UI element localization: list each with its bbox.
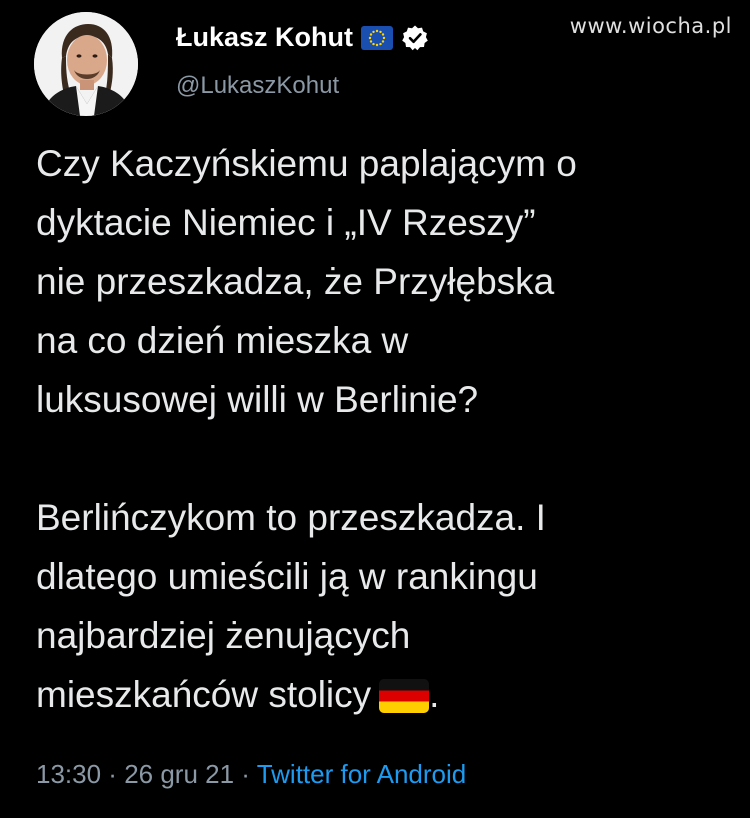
eu-flag-icon <box>361 25 394 50</box>
avatar-image <box>34 12 138 116</box>
meta-separator: · <box>234 759 257 789</box>
meta-separator: · <box>101 759 125 789</box>
tweet-line: dyktacie Niemiec i „IV Rzeszy” <box>36 202 536 243</box>
tweet-line: luksusowej willi w Berlinie? <box>36 379 479 420</box>
avatar[interactable] <box>34 12 138 116</box>
germany-flag-icon <box>379 671 430 730</box>
tweet-date[interactable]: 26 gru 21 <box>124 759 234 789</box>
tweet-line: nie przeszkadza, że Przyłębska <box>36 261 555 302</box>
tweet-trailing-punct: . <box>429 674 440 715</box>
paragraph-break <box>36 429 736 488</box>
author-handle[interactable]: @LukaszKohut <box>176 72 339 100</box>
tweet-meta: 13:30 · 26 gru 21 · Twitter for Android <box>36 759 466 790</box>
verified-icon <box>401 24 429 52</box>
tweet-line: na co dzień mieszka w <box>36 320 409 361</box>
tweet-time[interactable]: 13:30 <box>36 759 101 789</box>
tweet-line: Czy Kaczyńskiemu paplającym o <box>36 143 577 184</box>
tweet-line: dlatego umieścili ją w rankingu <box>36 556 538 597</box>
tweet-line: najbardziej żenujących <box>36 615 411 656</box>
watermark: www.wiocha.pl <box>569 14 732 38</box>
tweet-line-text: mieszkańców stolicy <box>36 674 372 715</box>
author-name-row: Łukasz Kohut <box>176 22 429 53</box>
tweet-line-last: mieszkańców stolicy. <box>36 665 736 730</box>
tweet-source-link[interactable]: Twitter for Android <box>257 759 467 789</box>
tweet-text: Czy Kaczyńskiemu paplającym o dyktacie N… <box>36 134 736 730</box>
tweet-line: Berlińczykom to przeszkadza. I <box>36 497 546 538</box>
author-name[interactable]: Łukasz Kohut <box>176 22 353 53</box>
